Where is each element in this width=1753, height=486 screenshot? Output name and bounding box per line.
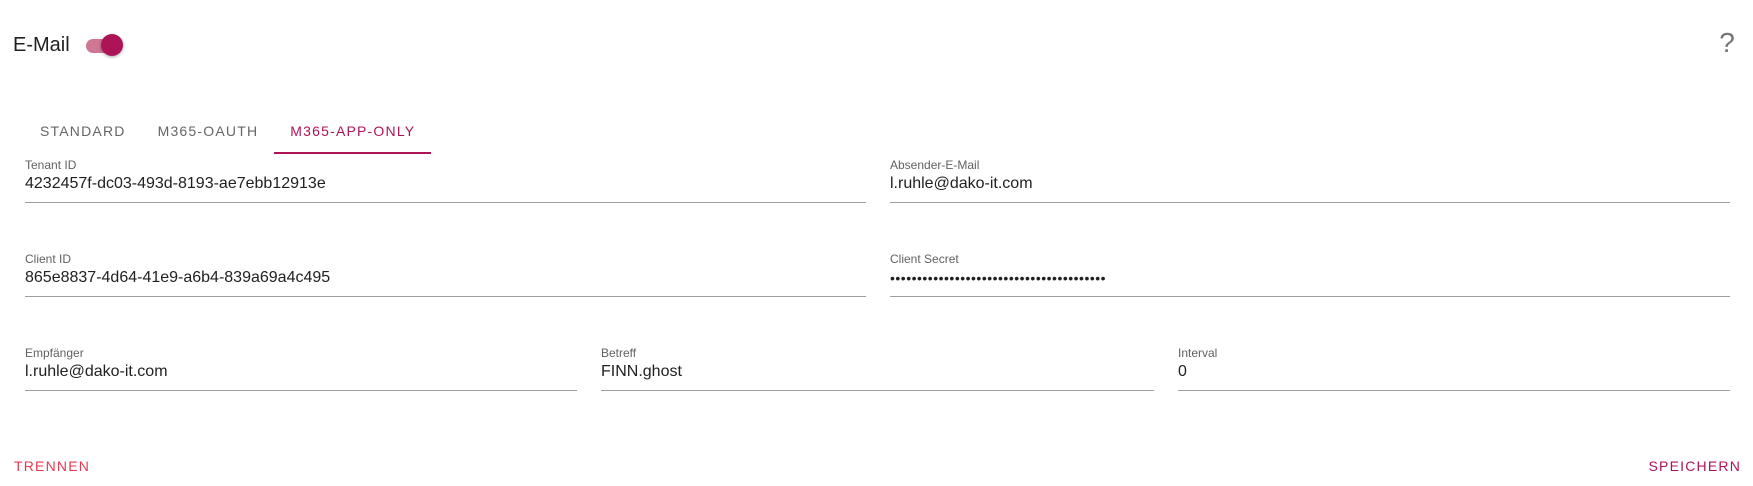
tenant-id-input[interactable]: 4232457f-dc03-493d-8193-ae7ebb12913e (25, 173, 866, 195)
interval-input[interactable]: 0 (1178, 361, 1730, 383)
email-header: E-Mail (13, 30, 124, 60)
client-id-label: Client ID (25, 252, 72, 266)
client-secret-label: Client Secret (890, 252, 959, 266)
tab-standard[interactable]: STANDARD (24, 110, 142, 154)
recipient-label: Empfänger (25, 346, 84, 360)
interval-field[interactable]: Interval 0 (1178, 346, 1730, 391)
client-id-field[interactable]: Client ID 865e8837-4d64-41e9-a6b4-839a69… (25, 252, 866, 297)
auth-mode-tabs: STANDARD M365-OAUTH M365-APP-ONLY (24, 110, 432, 154)
sender-email-label: Absender-E-Mail (890, 158, 980, 172)
subject-input[interactable]: FINN.ghost (601, 361, 1154, 383)
save-button[interactable]: SPEICHERN (1649, 455, 1741, 477)
recipient-field[interactable]: Empfänger l.ruhle@dako-it.com (25, 346, 577, 391)
subject-label: Betreff (601, 346, 637, 360)
client-secret-input[interactable]: •••••••••••••••••••••••••••••••••••••••• (890, 267, 1730, 289)
client-secret-field[interactable]: Client Secret ••••••••••••••••••••••••••… (890, 252, 1730, 297)
email-enabled-toggle[interactable] (84, 33, 124, 57)
recipient-input[interactable]: l.ruhle@dako-it.com (25, 361, 577, 383)
sender-email-input[interactable]: l.ruhle@dako-it.com (890, 173, 1730, 195)
tenant-id-label: Tenant ID (25, 158, 77, 172)
disconnect-button[interactable]: TRENNEN (14, 455, 90, 477)
help-icon[interactable]: ? (1712, 26, 1742, 60)
tenant-id-field[interactable]: Tenant ID 4232457f-dc03-493d-8193-ae7ebb… (25, 158, 866, 203)
subject-field[interactable]: Betreff FINN.ghost (601, 346, 1154, 391)
tab-m365-oauth[interactable]: M365-OAUTH (142, 110, 275, 154)
page-title: E-Mail (13, 34, 70, 56)
tab-m365-app-only[interactable]: M365-APP-ONLY (274, 110, 432, 154)
client-id-input[interactable]: 865e8837-4d64-41e9-a6b4-839a69a4c495 (25, 267, 866, 289)
sender-email-field[interactable]: Absender-E-Mail l.ruhle@dako-it.com (890, 158, 1730, 203)
interval-label: Interval (1178, 346, 1218, 360)
toggle-thumb (100, 34, 123, 56)
